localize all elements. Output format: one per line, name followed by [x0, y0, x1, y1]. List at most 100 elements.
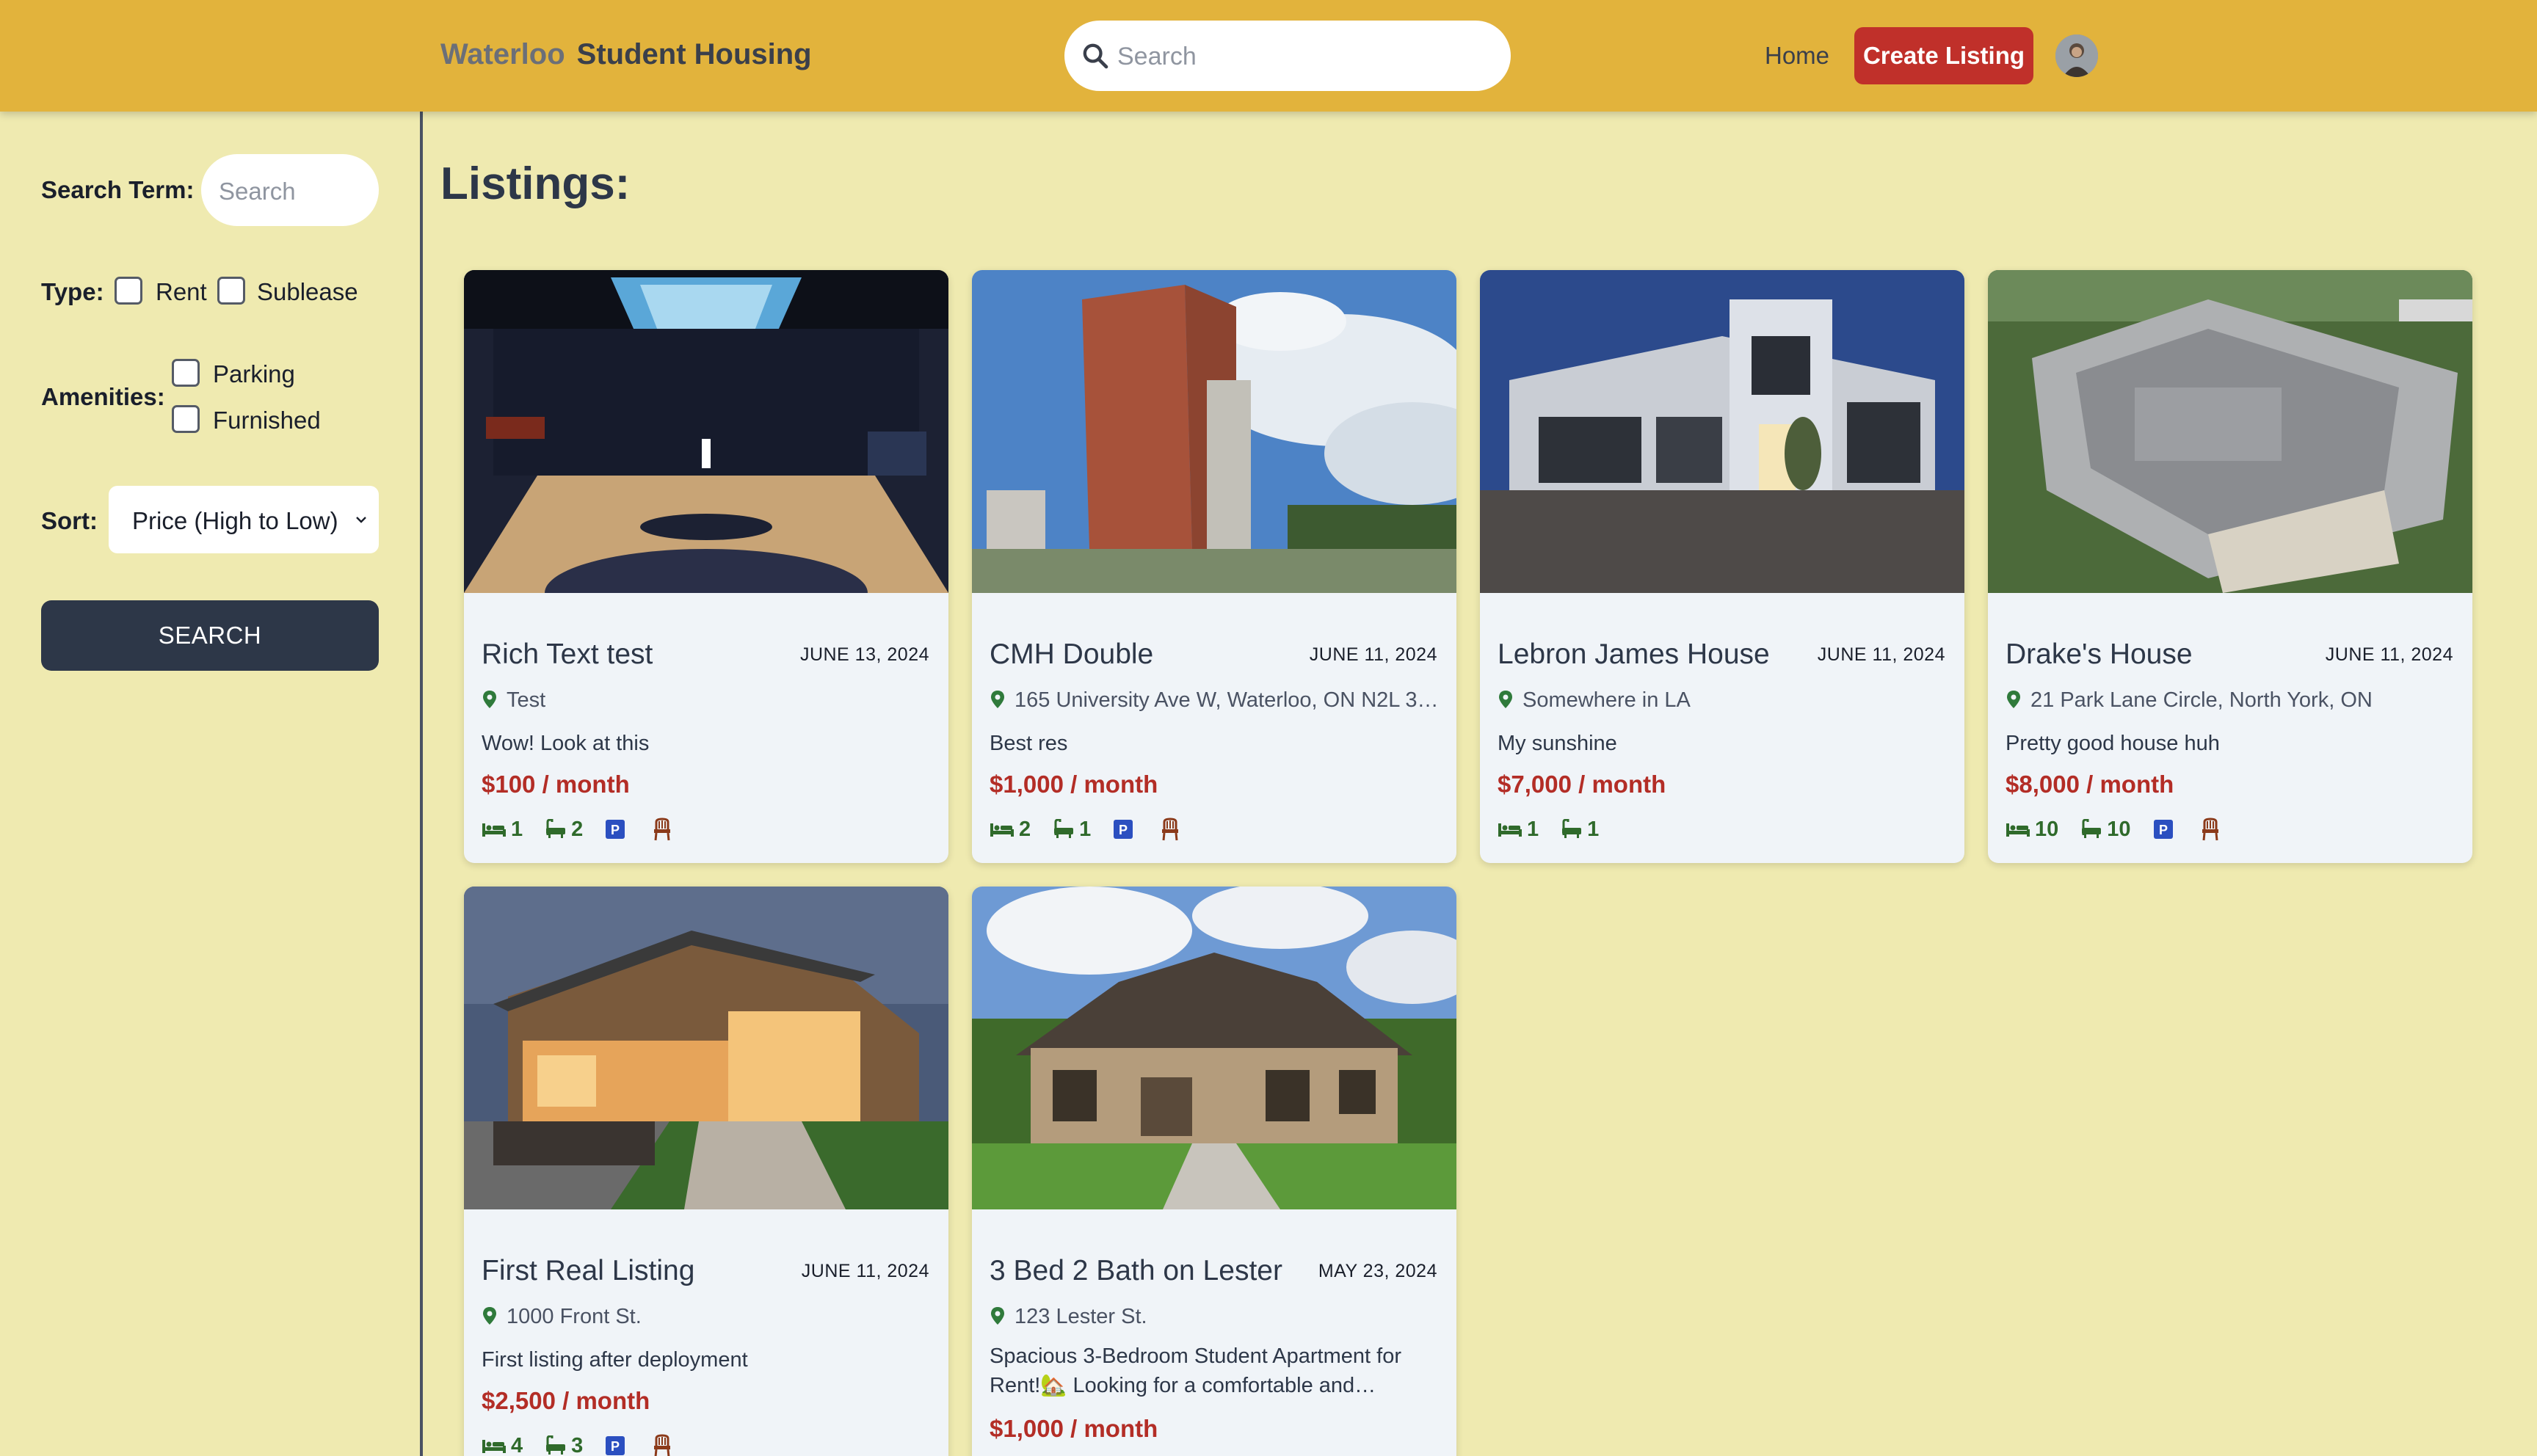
listing-address-text: 123 Lester St. — [1015, 1305, 1147, 1328]
sort-label: Sort: — [41, 507, 98, 534]
rent-label: Rent — [156, 278, 207, 305]
listing-date: JUNE 11, 2024 — [2325, 644, 2453, 665]
bed-icon — [482, 823, 506, 837]
user-avatar-icon — [2055, 34, 2098, 77]
listing-title[interactable]: Drake's House — [2006, 638, 2193, 671]
bed-count: 2 — [1019, 817, 1031, 841]
sublease-checkbox[interactable] — [217, 277, 245, 305]
listing-address: 165 University Ave W, Waterloo, ON N2L 3… — [990, 688, 1437, 713]
listing-address-text: Test — [507, 688, 546, 712]
listing-title[interactable]: First Real Listing — [482, 1255, 694, 1287]
listing-address: Test — [482, 688, 929, 713]
listing-date: JUNE 11, 2024 — [1817, 644, 1945, 665]
create-listing-button[interactable]: Create Listing — [1854, 27, 2033, 84]
nav-home-link[interactable]: Home — [1765, 42, 1829, 70]
listing-title[interactable]: CMH Double — [990, 638, 1153, 671]
map-pin-icon — [1499, 691, 1512, 708]
chair-icon — [2202, 818, 2218, 841]
rent-checkbox[interactable] — [115, 277, 142, 305]
listing-title[interactable]: 3 Bed 2 Bath on Lester — [990, 1255, 1282, 1287]
bed-icon — [1498, 823, 1522, 837]
bed-count: 1 — [511, 817, 523, 841]
listing-features: 1 2 P — [482, 815, 699, 844]
bath-count: 3 — [571, 1433, 584, 1456]
parking-icon: P — [2153, 820, 2173, 839]
listing-price: $1,000 / month — [990, 771, 1158, 798]
chevron-down-icon — [356, 517, 366, 523]
listing-date: JUNE 11, 2024 — [1309, 644, 1437, 665]
bath-count: 10 — [2107, 817, 2131, 841]
bed-icon — [2006, 823, 2030, 837]
listing-date: MAY 23, 2024 — [1318, 1261, 1437, 1281]
search-icon — [1083, 43, 1108, 69]
listing-features: 1 1 — [1498, 815, 1621, 844]
listing-image — [464, 887, 948, 1209]
svg-text:P: P — [1119, 823, 1128, 837]
parking-icon: P — [606, 1436, 625, 1455]
chair-icon — [654, 1434, 671, 1456]
listing-address-text: 165 University Ave W, Waterloo, ON N2L 3… — [1015, 688, 1437, 712]
listing-description: First listing after deployment — [482, 1348, 748, 1372]
listing-image — [1988, 270, 2472, 593]
sidebar-divider — [420, 112, 423, 1456]
parking-label: Parking — [213, 360, 295, 387]
bed-count: 4 — [511, 1433, 523, 1456]
listing-image — [972, 270, 1456, 593]
listing-card[interactable]: Drake's House JUNE 11, 2024 21 Park Lane… — [1988, 270, 2472, 863]
svg-text:P: P — [611, 1439, 620, 1454]
listing-card[interactable]: Lebron James House JUNE 11, 2024 Somewhe… — [1480, 270, 1964, 863]
listing-title[interactable]: Rich Text test — [482, 638, 653, 671]
bath-icon — [1562, 819, 1582, 838]
svg-text:P: P — [611, 823, 620, 837]
sidebar-search-input[interactable]: Search — [201, 154, 379, 226]
listing-address: Somewhere in LA — [1498, 688, 1945, 713]
furnished-checkbox[interactable] — [172, 405, 200, 433]
bed-icon — [482, 1440, 506, 1453]
sort-select[interactable]: Price (High to Low) — [109, 486, 379, 553]
header-search-placeholder: Search — [1117, 43, 1197, 70]
bed-icon — [990, 823, 1014, 837]
bath-icon — [546, 1435, 566, 1455]
listing-card[interactable]: 3 Bed 2 Bath on Lester MAY 23, 2024 123 … — [972, 887, 1456, 1456]
listing-features: 10 10 P — [2006, 815, 2247, 844]
search-term-label: Search Term: — [41, 176, 195, 203]
listing-price: $1,000 / month — [990, 1415, 1158, 1442]
page-title: Listings: — [440, 159, 631, 209]
listing-card[interactable]: First Real Listing JUNE 11, 2024 1000 Fr… — [464, 887, 948, 1456]
amenities-label: Amenities: — [41, 383, 165, 410]
listing-card[interactable]: CMH Double JUNE 11, 2024 165 University … — [972, 270, 1456, 863]
bath-count: 1 — [1587, 817, 1600, 841]
bath-icon — [2082, 819, 2102, 838]
listing-image — [464, 270, 948, 593]
listing-description: Pretty good house huh — [2006, 732, 2220, 755]
listing-title[interactable]: Lebron James House — [1498, 638, 1770, 671]
listing-image — [972, 887, 1456, 1209]
listing-card[interactable]: Rich Text test JUNE 13, 2024 Test Wow! L… — [464, 270, 948, 863]
listing-image — [1480, 270, 1964, 593]
listing-features: 2 1 P — [990, 815, 1207, 844]
furnished-label: Furnished — [213, 407, 321, 434]
map-pin-icon — [483, 1307, 496, 1325]
chair-icon — [654, 818, 671, 841]
listing-date: JUNE 11, 2024 — [801, 1261, 929, 1281]
listing-price: $8,000 / month — [2006, 771, 2174, 798]
listing-address: 1000 Front St. — [482, 1305, 929, 1329]
bed-count: 1 — [1527, 817, 1539, 841]
map-pin-icon — [483, 691, 496, 708]
sublease-label: Sublease — [257, 278, 358, 305]
listing-address-text: 21 Park Lane Circle, North York, ON — [2030, 688, 2373, 712]
bath-icon — [1054, 819, 1074, 838]
brand-waterloo: Waterloo — [440, 38, 565, 70]
listing-address: 21 Park Lane Circle, North York, ON — [2006, 688, 2453, 713]
header-search-input[interactable]: Search — [1064, 21, 1511, 91]
chair-icon — [1162, 818, 1179, 841]
search-button[interactable]: SEARCH — [41, 600, 379, 671]
site-logo[interactable]: Waterloo Student Housing — [440, 38, 812, 71]
bed-count: 10 — [2035, 817, 2059, 841]
parking-checkbox[interactable] — [172, 359, 200, 387]
listing-address-text: Somewhere in LA — [1522, 688, 1691, 712]
svg-text:P: P — [2159, 823, 2168, 837]
avatar[interactable] — [2055, 34, 2098, 77]
listing-address: 123 Lester St. — [990, 1305, 1437, 1329]
listing-description: Wow! Look at this — [482, 732, 650, 755]
